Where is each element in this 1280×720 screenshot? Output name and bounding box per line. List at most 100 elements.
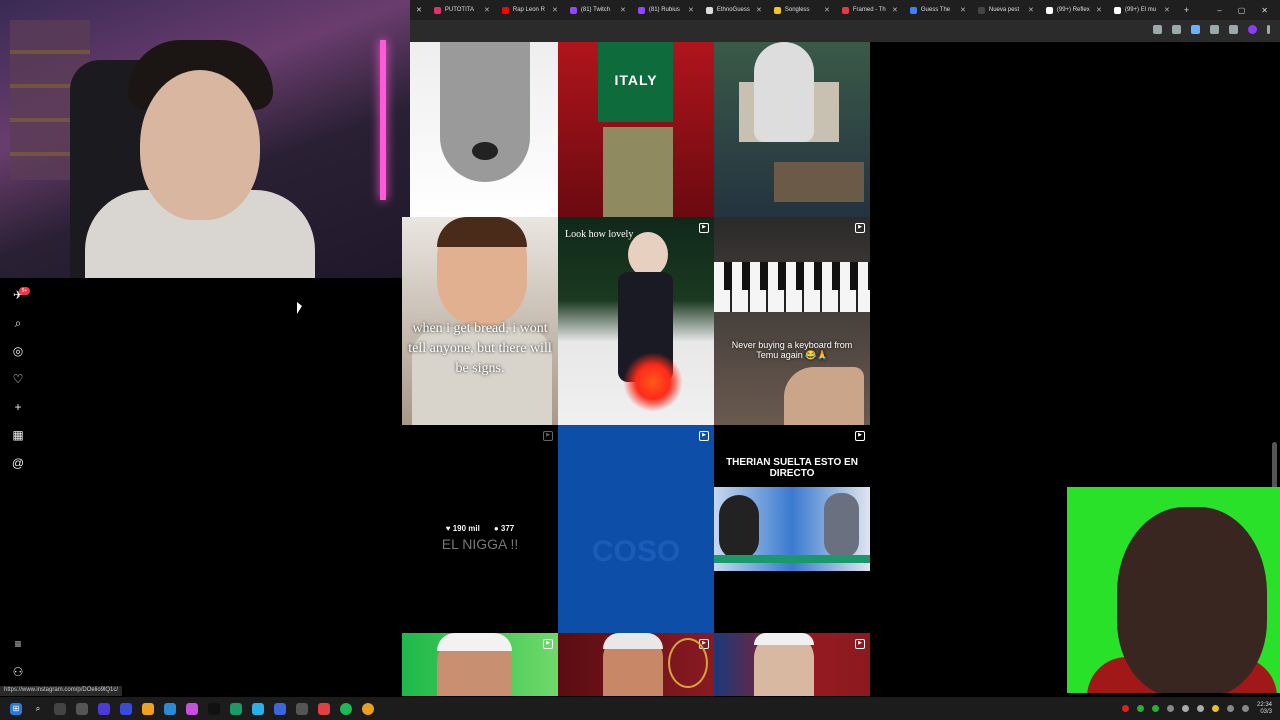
tab-close-icon[interactable]: ✕ <box>824 6 830 14</box>
reel-icon: ▶ <box>855 223 865 233</box>
tab-close-icon[interactable]: ✕ <box>756 6 762 14</box>
search-icon[interactable]: ⌕ <box>9 314 27 332</box>
tab-favicon-icon <box>569 6 577 14</box>
neon-light <box>380 40 386 200</box>
close-button[interactable]: ✕ <box>1261 6 1268 15</box>
extension-icon[interactable] <box>1191 25 1200 34</box>
threads-icon[interactable]: @ <box>9 454 27 472</box>
kebab-menu-icon[interactable] <box>1267 25 1270 34</box>
grid-tile-2[interactable]: ITALY <box>558 42 714 217</box>
grid-tile-7[interactable]: ▶ ♥ 190 mil ● 377 EL NIGGA !! <box>402 425 558 633</box>
tray-icon[interactable] <box>1196 705 1204 712</box>
minimize-button[interactable]: – <box>1217 6 1221 15</box>
volume-icon[interactable] <box>1241 705 1249 712</box>
app-icon[interactable] <box>120 702 132 715</box>
install-icon[interactable] <box>1153 25 1162 34</box>
reel-icon: ▶ <box>699 431 709 441</box>
app-icon[interactable] <box>230 702 242 715</box>
browser-tab[interactable]: Guess The ✕ <box>904 0 972 20</box>
likes-count: ♥ 190 mil <box>445 524 480 533</box>
grid-tile-8[interactable]: ▶ COSO <box>558 425 714 633</box>
tray-icon[interactable] <box>1121 705 1129 712</box>
reel-icon: ▶ <box>543 639 553 649</box>
star-icon[interactable] <box>1172 25 1181 34</box>
tab-close-icon[interactable]: ✕ <box>1028 6 1034 14</box>
create-icon[interactable]: + <box>9 398 27 416</box>
grid-tile-5[interactable]: ▶ Look how lovely <box>558 217 714 425</box>
tab-close-icon[interactable]: ✕ <box>1164 6 1170 14</box>
browser-tab[interactable]: PUTOTITA ✕ <box>428 0 496 20</box>
app-icon[interactable] <box>164 702 176 715</box>
tab-close-icon[interactable]: ✕ <box>1096 6 1102 14</box>
tab-close-icon[interactable]: ✕ <box>484 6 490 14</box>
app-icon[interactable] <box>98 702 110 715</box>
streamer-face <box>140 70 260 220</box>
browser-tab[interactable]: Songless ✕ <box>768 0 836 20</box>
system-tray: 22:34 03/3 <box>1121 702 1280 716</box>
browser-tab[interactable]: (99+) El mu ✕ <box>1108 0 1176 20</box>
tray-icon[interactable] <box>1181 705 1189 712</box>
tab-favicon-icon <box>637 6 645 14</box>
tab-close-icon[interactable]: ✕ <box>688 6 694 14</box>
app-icon[interactable] <box>186 702 198 715</box>
meta-icon[interactable]: ⚇ <box>9 663 27 681</box>
grid-tile-1[interactable] <box>410 42 558 217</box>
tile-caption: Never buying a keyboard from Temu again … <box>731 340 853 360</box>
chrome-icon[interactable] <box>362 702 374 715</box>
app-icon[interactable] <box>318 702 330 715</box>
tray-icon[interactable] <box>1136 705 1144 712</box>
browser-tab[interactable]: (81) Rubius ✕ <box>632 0 700 20</box>
grid-tile-4[interactable]: when i get bread, i wont tell anyone, bu… <box>402 217 558 425</box>
puzzle-icon[interactable] <box>1210 25 1219 34</box>
new-tab-button[interactable]: + <box>1176 5 1197 15</box>
browser-tab[interactable]: (81) Twitch ✕ <box>564 0 632 20</box>
task-view-icon[interactable] <box>54 702 66 715</box>
tile-caption: when i get bread, i wont tell anyone, bu… <box>408 321 552 376</box>
tab-label: (81) Twitch <box>580 7 611 13</box>
telegram-icon[interactable] <box>252 702 264 715</box>
tab-label: (99+) El mu <box>1124 7 1157 13</box>
tab-close-icon[interactable]: ✕ <box>620 6 626 14</box>
browser-tab[interactable]: EthnoGuess ✕ <box>700 0 768 20</box>
grid-tile-10[interactable]: ▶ <box>402 633 558 696</box>
explore-icon[interactable]: ◎ <box>9 342 27 360</box>
tray-icon[interactable] <box>1151 705 1159 712</box>
tab-close-icon[interactable]: ✕ <box>410 6 428 14</box>
grid-tile-6[interactable]: ▶ Never buying a keyboard from Temu agai… <box>714 217 870 425</box>
app-icon[interactable] <box>274 702 286 715</box>
bookmark-icon[interactable] <box>1229 25 1238 34</box>
tray-icon[interactable] <box>1211 705 1219 712</box>
tray-icon[interactable] <box>1166 705 1174 712</box>
folder-icon[interactable] <box>142 702 154 715</box>
grid-tile-9[interactable]: ▶ THERIAN SUELTA ESTO EN DIRECTO <box>714 425 870 633</box>
tab-favicon-icon <box>501 6 509 14</box>
tab-label: PUTOTITA <box>444 7 474 13</box>
tab-favicon-icon <box>705 6 713 14</box>
tiktok-icon[interactable] <box>208 702 220 715</box>
grid-tile-3[interactable] <box>714 42 870 217</box>
menu-icon[interactable]: ≡ <box>9 635 27 653</box>
browser-tab[interactable]: (99+) Reflex ✕ <box>1040 0 1108 20</box>
tab-close-icon[interactable]: ✕ <box>960 6 966 14</box>
tab-close-icon[interactable]: ✕ <box>892 6 898 14</box>
app-icon[interactable] <box>76 702 88 715</box>
tab-close-icon[interactable]: ✕ <box>552 6 558 14</box>
maximize-button[interactable]: ▢ <box>1238 6 1246 15</box>
dashboard-icon[interactable]: ▦ <box>9 426 27 444</box>
overlay-head <box>1117 507 1267 693</box>
profile-icon[interactable] <box>1248 25 1257 34</box>
status-url: https://www.instagram.com/p/DOelio9lQ1c/ <box>0 686 123 696</box>
browser-tab[interactable]: Framed - Th ✕ <box>836 0 904 20</box>
clock[interactable]: 22:34 03/3 <box>1257 702 1272 716</box>
grid-tile-11[interactable]: ▶ <box>558 633 714 696</box>
search-icon[interactable]: ⌕ <box>32 703 44 715</box>
heart-icon[interactable]: ♡ <box>9 370 27 388</box>
app-icon[interactable] <box>296 702 308 715</box>
windows-start-icon[interactable]: ⊞ <box>10 702 22 715</box>
browser-tab[interactable]: Nueva pest ✕ <box>972 0 1040 20</box>
wifi-icon[interactable] <box>1226 705 1234 712</box>
grid-tile-12[interactable]: ▶ <box>714 633 870 696</box>
address-bar[interactable] <box>410 20 1280 42</box>
browser-tab[interactable]: Rap Leon R ✕ <box>496 0 564 20</box>
spotify-icon[interactable] <box>340 702 352 715</box>
